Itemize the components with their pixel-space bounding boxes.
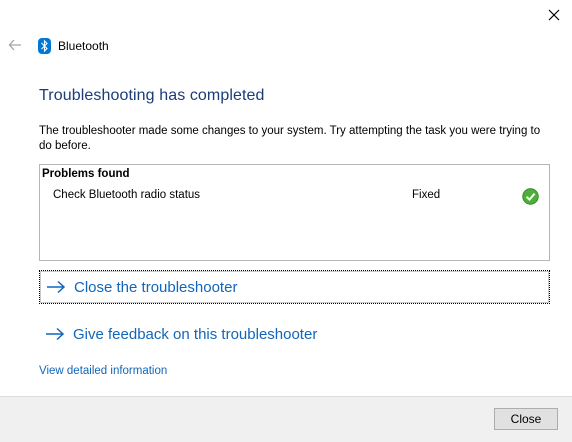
view-detailed-information-link[interactable]: View detailed information: [39, 365, 167, 377]
close-button[interactable]: Close: [494, 408, 558, 430]
problem-status: Fixed: [412, 189, 441, 201]
troubleshooter-window: Bluetooth Troubleshooting has completed …: [0, 0, 572, 442]
app-title: Bluetooth: [58, 39, 109, 53]
result-description: The troubleshooter made some changes to …: [39, 125, 541, 152]
back-arrow-icon[interactable]: [8, 38, 22, 52]
give-feedback-label: Give feedback on this troubleshooter: [73, 325, 318, 343]
window-close-icon[interactable]: [545, 6, 563, 24]
footer-bar: Close: [0, 396, 572, 442]
problems-found-panel: Problems found Check Bluetooth radio sta…: [39, 164, 550, 261]
arrow-right-icon: [46, 327, 65, 341]
green-check-icon: [522, 188, 539, 205]
bluetooth-icon: [38, 38, 51, 54]
close-troubleshooter-link[interactable]: Close the troubleshooter: [39, 270, 550, 304]
give-feedback-link[interactable]: Give feedback on this troubleshooter: [39, 317, 550, 351]
page-heading: Troubleshooting has completed: [39, 87, 265, 104]
arrow-right-icon: [47, 280, 66, 294]
close-troubleshooter-label: Close the troubleshooter: [74, 278, 238, 296]
problem-name: Check Bluetooth radio status: [53, 189, 201, 201]
problem-row: Check Bluetooth radio status Fixed: [40, 188, 549, 206]
problems-header: Problems found: [42, 168, 130, 180]
